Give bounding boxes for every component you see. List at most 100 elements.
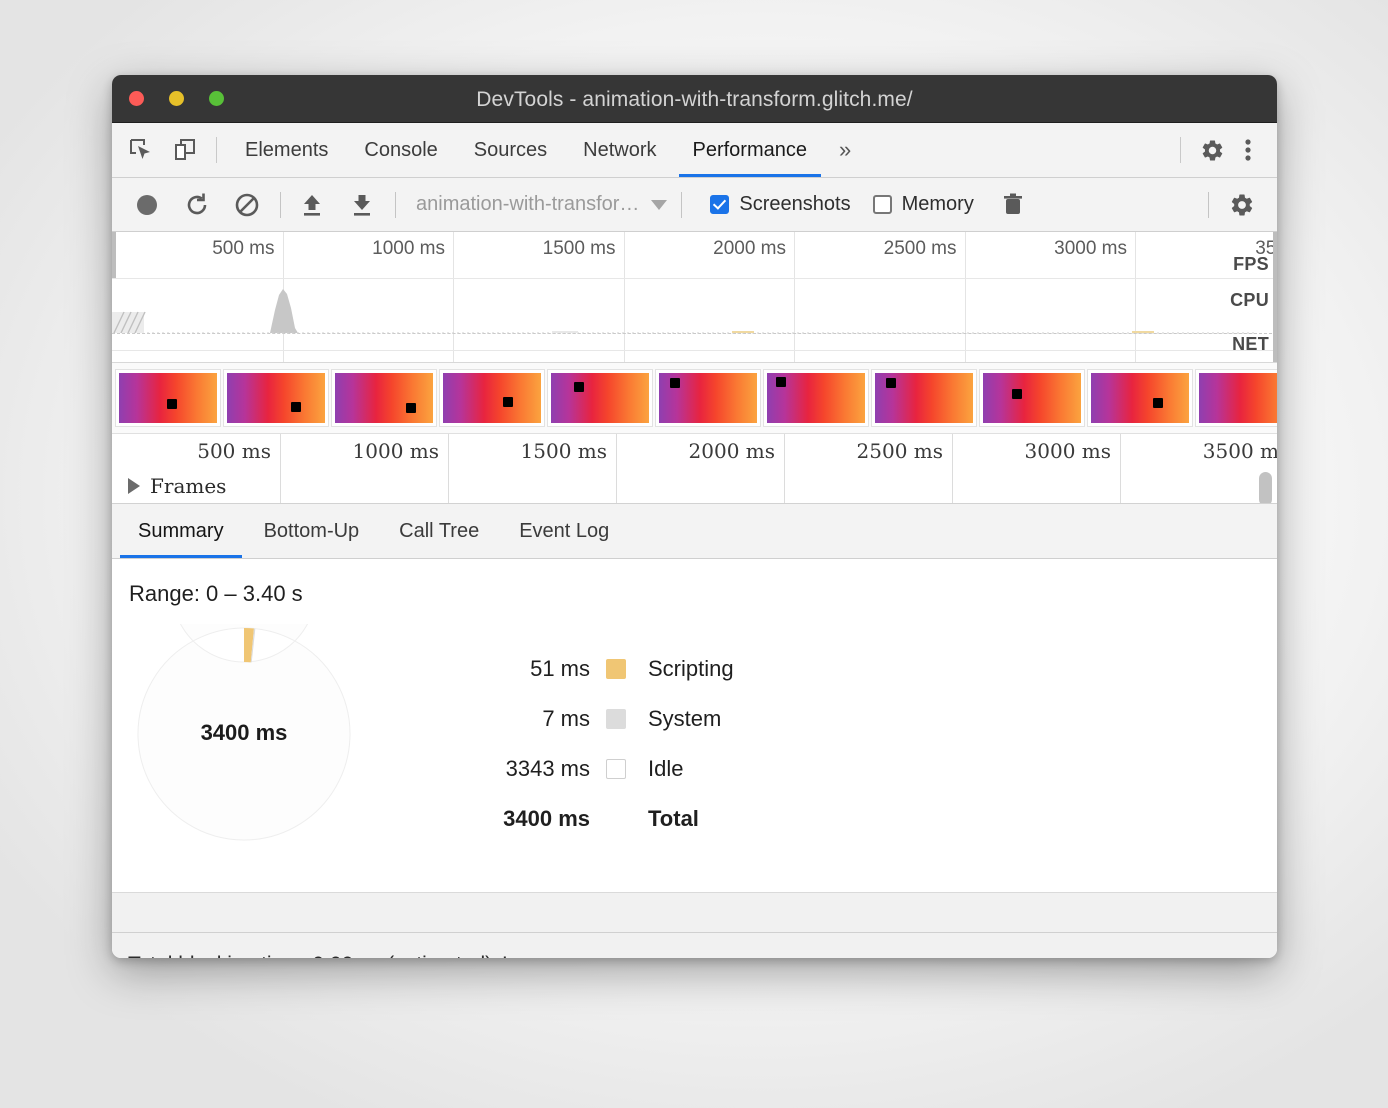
legend-row[interactable]: 51 ms Scripting [460,644,734,694]
frames-gridline [784,468,785,503]
tab-call-tree[interactable]: Call Tree [379,504,499,558]
ruler-tick-label: 500 ms [197,439,280,463]
screenshots-checkbox[interactable]: Screenshots [710,193,850,216]
overview-left-handle[interactable] [112,232,116,278]
tab-sources[interactable]: Sources [456,123,565,177]
tab-network[interactable]: Network [565,123,674,177]
filmstrip-frame[interactable] [872,370,976,426]
frame-screenshot [119,373,217,423]
ruler-tick-label: 3000 ms [1025,439,1120,463]
legend-swatch [606,709,626,729]
filmstrip-frame[interactable] [1196,370,1277,426]
overview-right-handle[interactable] [1273,232,1277,362]
frame-screenshot [1091,373,1189,423]
checkbox-label: Screenshots [739,193,850,216]
vertical-scrollbar-thumb[interactable] [1259,472,1272,504]
filmstrip-frame[interactable] [224,370,328,426]
frame-screenshot [983,373,1081,423]
learn-more-link[interactable]: Learn more [502,953,609,959]
range-label: Range: 0 – 3.40 s [129,581,303,607]
flamechart-time-ruler: 500 ms1000 ms1500 ms2000 ms2500 ms3000 m… [112,434,1277,468]
filmstrip-frame[interactable] [656,370,760,426]
tab-console[interactable]: Console [346,123,455,177]
animated-square [406,403,416,413]
profile-selector[interactable]: animation-with-transfor… [416,193,667,216]
ruler-tick-label: 1000 ms [353,439,448,463]
reload-record-icon[interactable] [180,188,214,222]
frame-screenshot [227,373,325,423]
checkbox-box [710,195,729,214]
legend-value: 7 ms [460,706,606,732]
toolbar-divider [1208,192,1209,218]
ruler-gridline [1120,434,1121,468]
capture-settings-gear-icon[interactable] [1225,188,1259,222]
tab-label: Network [583,139,656,162]
frames-track[interactable]: Frames [112,468,1277,504]
clear-recording-icon[interactable] [230,188,264,222]
activity-legend: 51 ms Scripting 7 msSystem3343 msIdle3400 … [460,644,734,844]
filmstrip-frame[interactable] [116,370,220,426]
legend-row[interactable]: 3343 msIdle [460,744,734,794]
legend-total-row: 3400 msTotal [460,794,734,844]
inspect-element-icon[interactable] [126,135,156,165]
tab-performance[interactable]: Performance [675,123,826,177]
delete-icon[interactable] [996,188,1030,222]
tab-label: Performance [693,139,808,162]
overview-label-net: NET [1232,334,1269,355]
tab-label: Bottom-Up [264,520,360,543]
bottom-filler [112,893,1277,933]
timeline-overview[interactable]: 500 ms1000 ms1500 ms2000 ms2500 ms3000 m… [112,232,1277,363]
legend-swatch [606,659,626,679]
settings-gear-icon[interactable] [1197,135,1227,165]
more-tabs-button[interactable]: » [825,123,865,177]
tab-elements[interactable]: Elements [227,123,346,177]
donut-center-label: 3400 ms [134,720,354,746]
tab-summary[interactable]: Summary [118,504,244,558]
legend-total-spacer [606,809,626,829]
filmstrip-frame[interactable] [764,370,868,426]
tab-event-log[interactable]: Event Log [499,504,629,558]
ruler-gridline [784,434,785,468]
window-titlebar: DevTools - animation-with-transform.glit… [112,75,1277,123]
legend-total-label: Total [626,806,699,832]
memory-checkbox[interactable]: Memory [873,193,974,216]
blocking-time-text: Total blocking time: 0.00ms (estimated) [128,953,492,959]
load-profile-icon[interactable] [295,188,329,222]
filmstrip-frame[interactable] [332,370,436,426]
frames-label-text: Frames [150,474,226,498]
save-profile-icon[interactable] [345,188,379,222]
ruler-gridline [448,434,449,468]
ruler-tick-label: 3500 m [1203,439,1277,463]
animated-square [670,378,680,388]
performance-toolbar: animation-with-transfor… Screenshots Mem… [112,178,1277,232]
frame-screenshot [335,373,433,423]
overview-label-fps: FPS [1233,254,1269,275]
detail-tabbar: Summary Bottom-Up Call Tree Event Log [112,504,1277,559]
filmstrip-frame[interactable] [980,370,1084,426]
filmstrip-frame[interactable] [548,370,652,426]
frames-gridline [952,468,953,503]
ruler-gridline [280,434,281,468]
summary-pane: Range: 0 – 3.40 s 3400 ms 51 ms Scripting… [112,559,1277,893]
ruler-tick-label: 2000 ms [689,439,784,463]
tab-label: Sources [474,139,547,162]
filmstrip-frame[interactable] [440,370,544,426]
chevron-down-icon [651,200,667,210]
frame-screenshot [551,373,649,423]
animated-square [503,397,513,407]
filmstrip-frame[interactable] [1088,370,1192,426]
legend-value: 51 ms [460,656,606,682]
legend-row[interactable]: 7 msSystem [460,694,734,744]
animated-square [776,377,786,387]
tab-label: Call Tree [399,520,479,543]
toolbar-divider [681,192,682,218]
frames-expander[interactable]: Frames [112,474,226,498]
more-options-icon[interactable] [1233,135,1263,165]
filmstrip-view[interactable] [112,363,1277,434]
legend-label: Scripting [626,656,734,682]
checkbox-box [873,195,892,214]
device-toolbar-icon[interactable] [170,135,200,165]
tab-bottom-up[interactable]: Bottom-Up [244,504,380,558]
tab-label: Elements [245,139,328,162]
record-circle-icon[interactable] [130,188,164,222]
